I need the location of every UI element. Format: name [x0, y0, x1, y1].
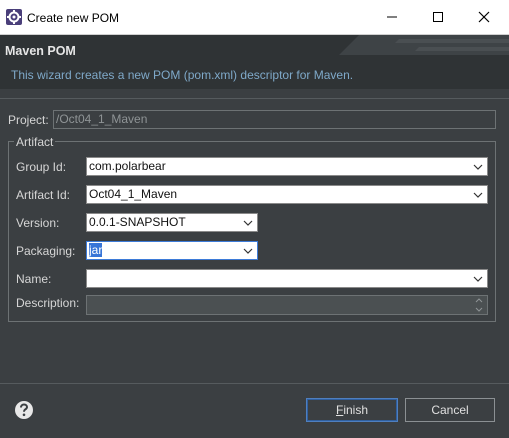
- banner-decoration: [339, 35, 509, 55]
- banner-description: This wizard creates a new POM (pom.xml) …: [11, 68, 354, 82]
- banner-separator: [0, 98, 509, 99]
- chevron-down-icon: [243, 248, 253, 254]
- artifact-id-label: Artifact Id:: [16, 188, 71, 202]
- finish-button[interactable]: Finish: [306, 398, 398, 422]
- artifact-id-value: Oct04_1_Maven: [89, 187, 178, 201]
- description-scrollbar[interactable]: [471, 296, 487, 314]
- finish-label: inish: [343, 403, 369, 417]
- wizard-banner: Maven POM This wizard creates a new POM …: [0, 35, 509, 89]
- name-label: Name:: [16, 272, 52, 286]
- help-icon: [15, 401, 33, 419]
- title-bar: Create new POM: [0, 0, 509, 35]
- packaging-value: jar: [89, 243, 103, 257]
- description-label: Description:: [16, 296, 80, 310]
- minimize-icon: [387, 16, 397, 18]
- finish-mnemonic: F: [335, 403, 344, 417]
- artifact-group-title: Artifact: [14, 135, 56, 149]
- version-value: 0.0.1-SNAPSHOT: [89, 215, 186, 229]
- packaging-label: Packaging:: [16, 244, 76, 258]
- eclipse-gear-icon: [6, 9, 22, 25]
- scroll-up-icon[interactable]: [475, 298, 483, 303]
- footer-separator: [0, 383, 509, 384]
- help-button[interactable]: [14, 400, 34, 420]
- cancel-label: Cancel: [431, 403, 469, 417]
- group-id-combo[interactable]: com.polarbear: [86, 157, 488, 176]
- group-id-value: com.polarbear: [89, 159, 166, 173]
- minimize-button[interactable]: [370, 4, 414, 30]
- scroll-down-icon[interactable]: [475, 307, 483, 312]
- chevron-down-icon: [473, 192, 483, 198]
- close-icon: [478, 11, 490, 23]
- name-combo[interactable]: [86, 269, 488, 288]
- artifact-id-combo[interactable]: Oct04_1_Maven: [86, 185, 488, 204]
- name-dropdown[interactable]: [469, 270, 487, 287]
- maximize-button[interactable]: [416, 4, 460, 30]
- window-title: Create new POM: [27, 11, 120, 25]
- chevron-down-icon: [473, 164, 483, 170]
- version-dropdown[interactable]: [239, 214, 257, 231]
- version-combo[interactable]: 0.0.1-SNAPSHOT: [86, 213, 258, 232]
- description-textarea[interactable]: [86, 295, 488, 315]
- chevron-down-icon: [473, 276, 483, 282]
- close-button[interactable]: [462, 4, 506, 30]
- packaging-dropdown[interactable]: [239, 242, 257, 259]
- packaging-combo[interactable]: jar: [86, 241, 258, 260]
- banner-title: Maven POM: [5, 44, 76, 58]
- project-field[interactable]: /Oct04_1_Maven: [53, 110, 496, 129]
- artifact-id-dropdown[interactable]: [469, 186, 487, 203]
- project-value: /Oct04_1_Maven: [56, 112, 148, 126]
- chevron-down-icon: [243, 220, 253, 226]
- maximize-icon: [433, 12, 443, 22]
- group-id-label: Group Id:: [16, 160, 67, 174]
- project-label: Project:: [8, 113, 49, 127]
- group-id-dropdown[interactable]: [469, 158, 487, 175]
- cancel-button[interactable]: Cancel: [405, 398, 495, 422]
- version-label: Version:: [16, 216, 60, 230]
